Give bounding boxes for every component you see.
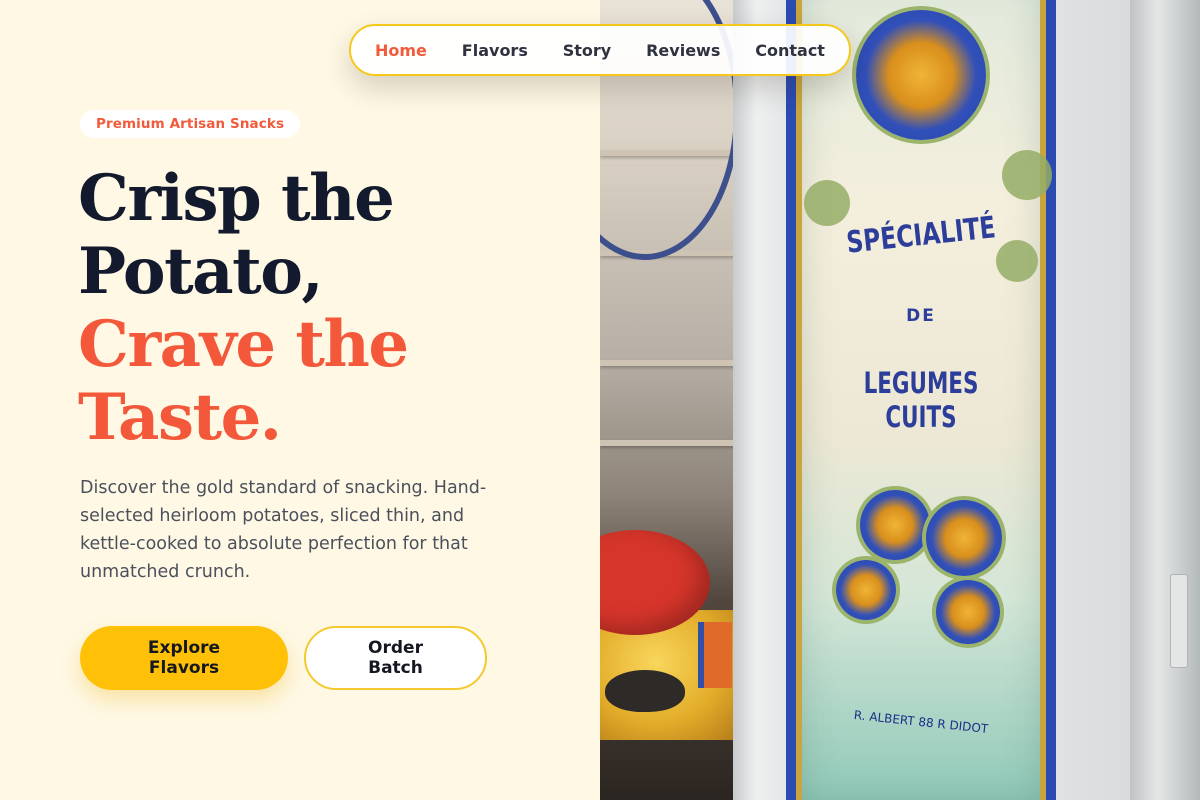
flower-ornament — [836, 560, 896, 620]
nav-link-story[interactable]: Story — [563, 41, 611, 60]
headline-line-1: Crisp the — [78, 161, 395, 236]
sign-text-specialite: SPÉCIALITÉ — [844, 210, 998, 261]
sign-signature: R. ALBERT 88 R DIDOT — [853, 707, 989, 737]
hero-badge: Premium Artisan Snacks — [80, 110, 301, 138]
duck-figurine — [605, 670, 685, 712]
hero-actions: Explore Flavors Order Batch — [80, 626, 487, 690]
headline-line-4: Taste. — [78, 380, 282, 455]
hero-section: Premium Artisan Snacks Crisp the Potato,… — [0, 0, 600, 800]
headline-line-3: Crave the — [78, 307, 409, 382]
shop-interior — [600, 0, 740, 800]
sign-text-de: DE — [906, 306, 936, 326]
hinge — [1170, 574, 1188, 668]
gift-box — [698, 622, 732, 688]
flower-ornament — [860, 490, 930, 560]
hero-description: Discover the gold standard of snacking. … — [80, 478, 487, 582]
leaf-ornament — [996, 240, 1038, 282]
order-batch-button[interactable]: Order Batch — [304, 626, 487, 690]
nav-link-flavors[interactable]: Flavors — [462, 41, 528, 60]
page: Premium Artisan Snacks Crisp the Potato,… — [0, 0, 1200, 800]
hero-headline: Crisp the Potato, Crave the Taste. — [78, 162, 598, 454]
shelf — [600, 440, 740, 446]
leaf-ornament — [1002, 150, 1052, 200]
nav-link-contact[interactable]: Contact — [755, 41, 825, 60]
flower-ornament — [856, 10, 986, 140]
flower-ornament — [926, 500, 1002, 576]
headline-line-2: Potato, — [78, 234, 324, 309]
leaf-ornament — [804, 180, 850, 226]
explore-flavors-button[interactable]: Explore Flavors — [80, 626, 288, 690]
hero-photo: SPÉCIALITÉ DE LEGUMES CUITS R. ALBERT 88… — [600, 0, 1200, 800]
sign-text-legumes: LEGUMES CUITS — [863, 366, 979, 434]
main-nav: Home Flavors Story Reviews Contact — [349, 24, 851, 76]
nav-link-reviews[interactable]: Reviews — [646, 41, 720, 60]
painted-sign: SPÉCIALITÉ DE LEGUMES CUITS R. ALBERT 88… — [786, 0, 1056, 800]
frame-edge — [1130, 0, 1200, 800]
shelf — [600, 360, 740, 366]
flower-ornament — [936, 580, 1000, 644]
nav-link-home[interactable]: Home — [375, 41, 427, 60]
